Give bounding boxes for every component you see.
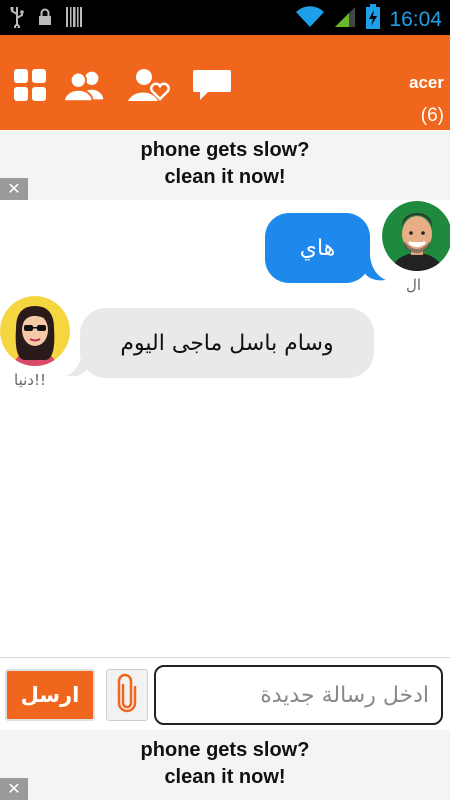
ad-line-1: phone gets slow? [140,139,310,161]
lock-icon [38,8,52,30]
barcode-icon [66,7,84,31]
male-avatar[interactable] [382,201,450,271]
ad-line-1: phone gets slow? [140,739,310,761]
send-button[interactable]: ارسل [5,669,95,721]
contacts-icon[interactable] [63,65,107,105]
female-avatar[interactable] [0,296,70,366]
grid-menu-icon[interactable] [8,65,52,105]
wifi-icon [295,5,325,33]
chat-screen: 16:04 acer (6) phone gets slow? clean it… [0,0,450,800]
message-text: وسام باسل ماجى اليوم [120,330,334,356]
ad-text: phone gets slow? clean it now! [0,737,450,791]
attach-button[interactable] [106,669,148,721]
message-text: هاي [299,235,336,261]
message-bubble-sent[interactable]: هاي [265,213,370,283]
ad-text: phone gets slow? clean it now! [0,137,450,191]
top-bar: acer (6) [0,35,450,130]
ad-close-button[interactable]: ✕ [0,178,28,200]
message-bubble-received[interactable]: وسام باسل ماجى اليوم [80,308,374,378]
sender-name: ال [406,276,422,294]
sender-name: دنيا!! [14,371,46,389]
clock: 16:04 [389,7,442,31]
bubble-tail [364,256,386,281]
unread-count: (6) [420,105,444,126]
paperclip-icon [117,673,137,717]
signal-icon [333,5,357,33]
favorite-contacts-icon[interactable] [126,65,170,105]
ad-line-2: clean it now! [164,766,286,788]
ad-banner-top[interactable]: phone gets slow? clean it now! ✕ [0,130,450,200]
chat-icon[interactable] [190,65,234,105]
current-user-name: acer [409,73,444,92]
usb-icon [10,6,24,32]
ad-close-button[interactable]: ✕ [0,778,28,800]
message-input[interactable] [154,665,443,725]
battery-charging-icon [365,4,381,34]
ad-banner-bottom[interactable]: phone gets slow? clean it now! ✕ [0,730,450,800]
composer-bar: ارسل [0,657,450,730]
ad-line-2: clean it now! [164,166,286,188]
status-bar: 16:04 [0,0,450,35]
